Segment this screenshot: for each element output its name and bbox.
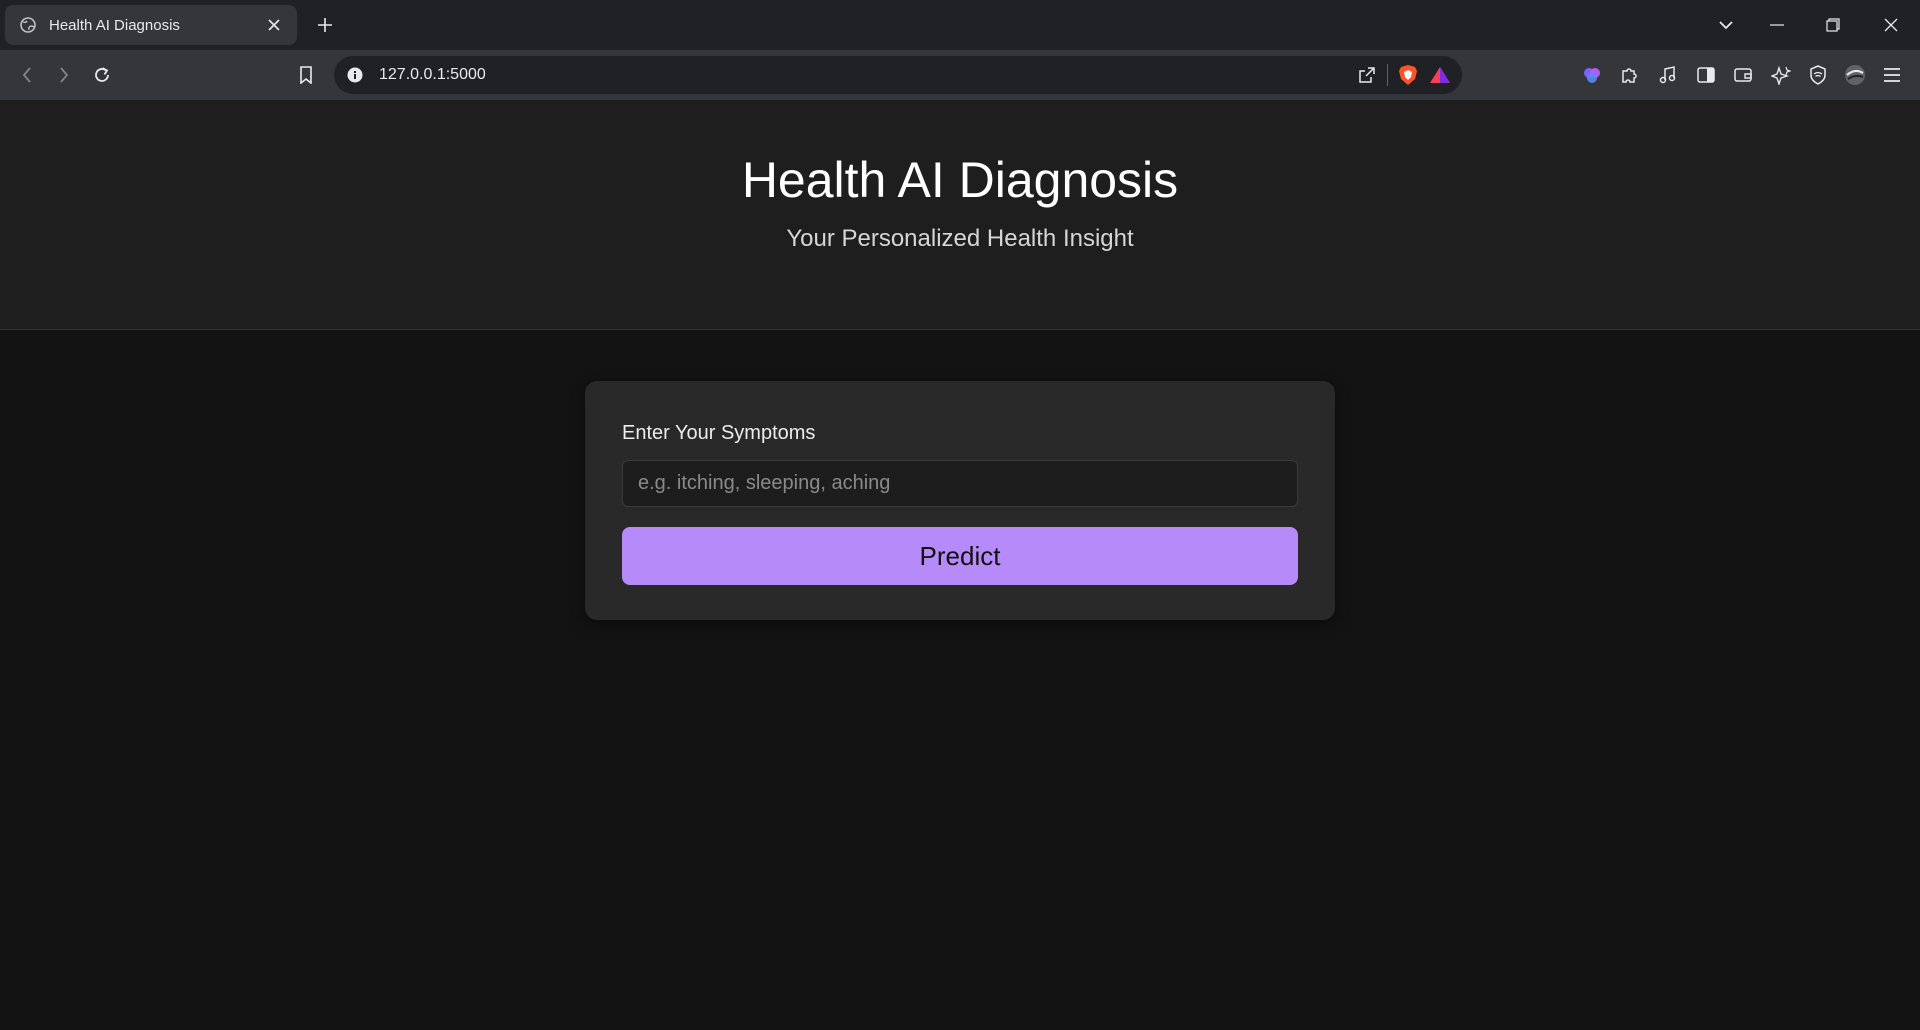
- bookmark-icon[interactable]: [292, 61, 320, 89]
- menu-icon[interactable]: [1878, 61, 1906, 89]
- page-content: Health AI Diagnosis Your Personalized He…: [0, 100, 1920, 1030]
- vpn-shield-icon[interactable]: [1804, 61, 1832, 89]
- site-info-icon[interactable]: [346, 66, 364, 84]
- profile-avatar-icon[interactable]: [1841, 61, 1869, 89]
- forward-icon[interactable]: [50, 61, 78, 89]
- back-icon[interactable]: [13, 61, 41, 89]
- page-title: Health AI Diagnosis: [741, 152, 1179, 208]
- brave-rewards-icon[interactable]: [1424, 59, 1456, 91]
- browser-tab[interactable]: Health AI Diagnosis: [5, 5, 297, 45]
- predict-button[interactable]: Predict: [622, 527, 1298, 585]
- symptoms-input[interactable]: [622, 460, 1298, 507]
- leo-ai-icon[interactable]: [1578, 61, 1606, 89]
- sparkle-icon[interactable]: [1767, 61, 1795, 89]
- page-subtitle: Your Personalized Health Insight: [786, 225, 1134, 252]
- omnibox-divider: [1387, 64, 1388, 86]
- url-text[interactable]: 127.0.0.1:5000: [379, 66, 1351, 84]
- symptoms-label: Enter Your Symptoms: [622, 422, 816, 444]
- tab-title: Health AI Diagnosis: [49, 16, 180, 34]
- address-bar[interactable]: 127.0.0.1:5000: [334, 56, 1462, 94]
- globe-icon: [19, 16, 37, 34]
- new-tab-button[interactable]: [313, 13, 337, 37]
- browser-tabstrip: Health AI Diagnosis: [0, 0, 1920, 50]
- wallet-icon[interactable]: [1729, 61, 1757, 89]
- close-window-icon[interactable]: [1871, 10, 1911, 40]
- minimize-icon[interactable]: [1757, 10, 1797, 40]
- page-header: Health AI Diagnosis Your Personalized He…: [0, 100, 1920, 330]
- tab-search-chevron-icon[interactable]: [1706, 10, 1746, 40]
- symptom-form-card: Enter Your Symptoms Predict: [585, 381, 1335, 620]
- restore-icon[interactable]: [1813, 10, 1853, 40]
- extensions-icon[interactable]: [1616, 61, 1644, 89]
- media-music-icon[interactable]: [1654, 61, 1682, 89]
- reload-icon[interactable]: [88, 61, 116, 89]
- sidebar-icon[interactable]: [1692, 61, 1720, 89]
- brave-shields-icon[interactable]: [1392, 59, 1424, 91]
- close-tab-icon[interactable]: [263, 14, 285, 36]
- share-icon[interactable]: [1351, 59, 1383, 91]
